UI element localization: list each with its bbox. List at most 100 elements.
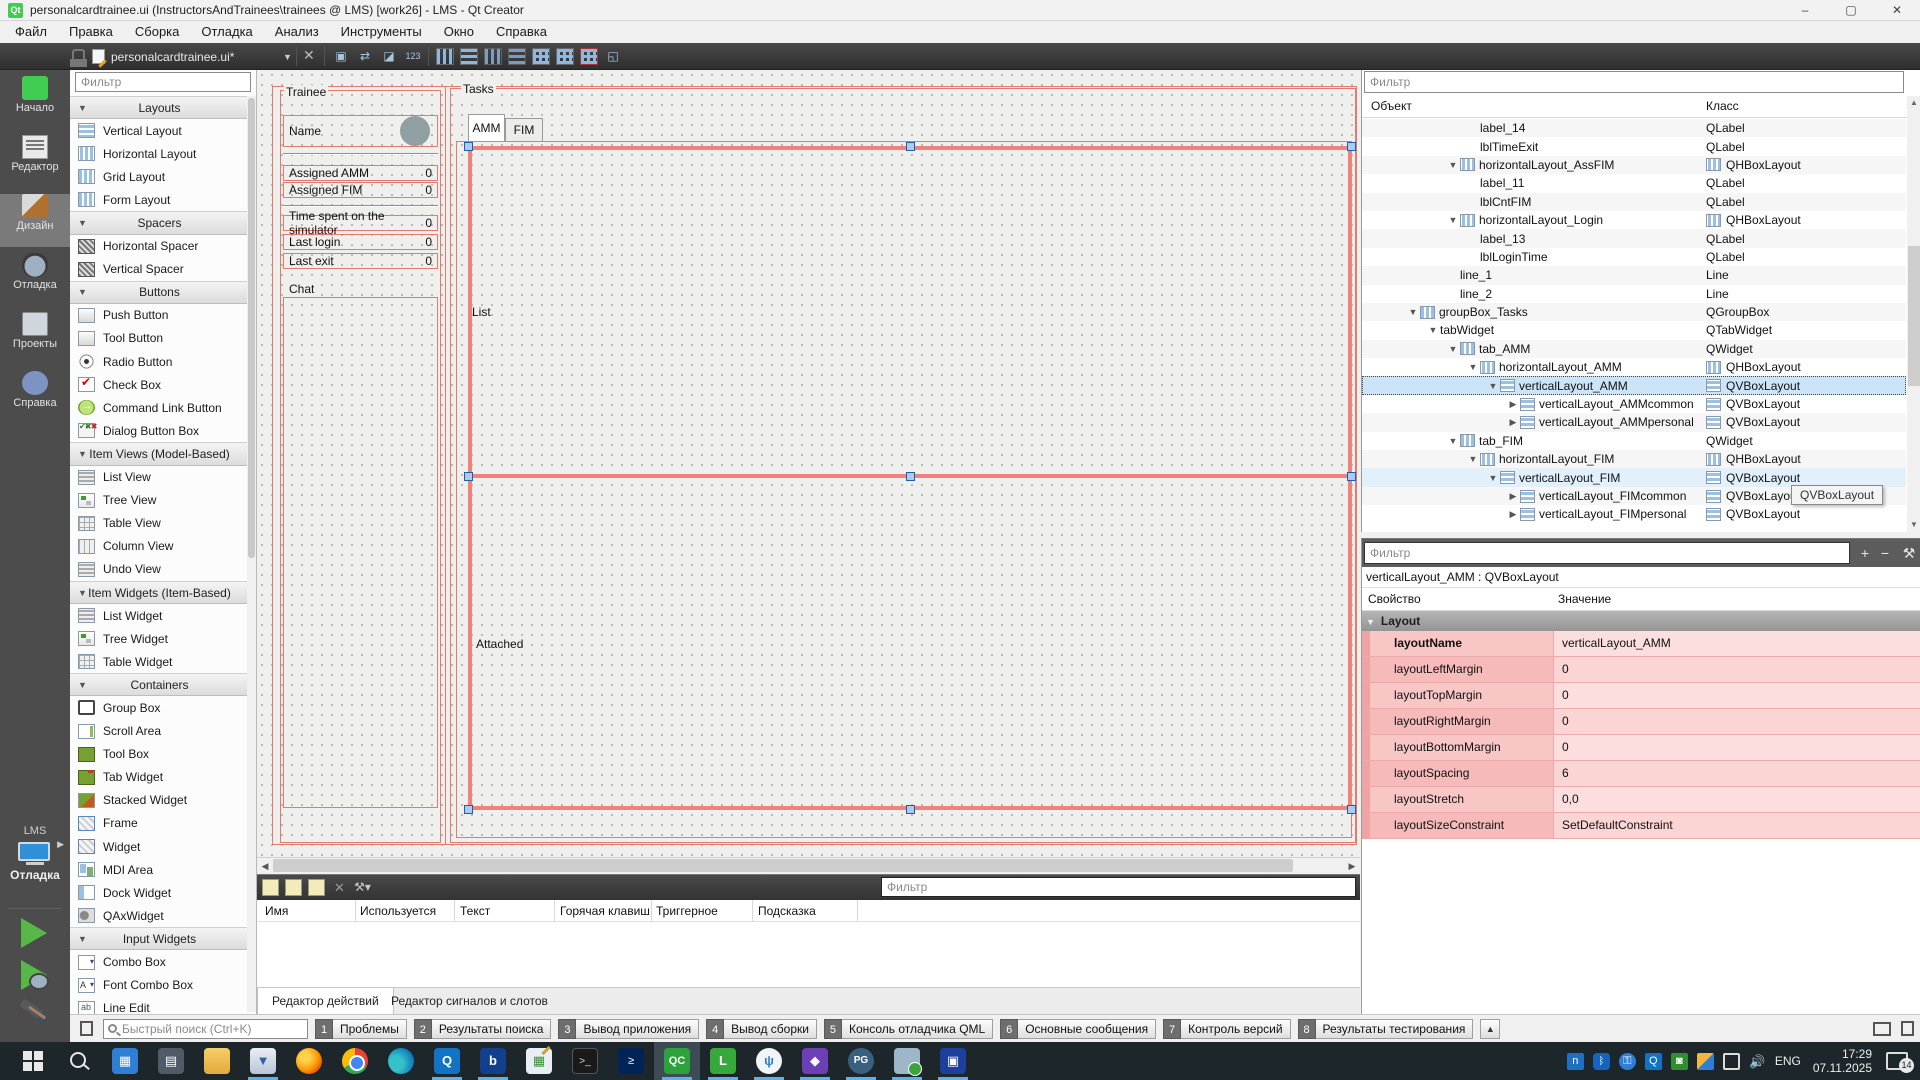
tree-chevron-icon[interactable]: ▶ bbox=[1506, 509, 1520, 520]
close-document-icon[interactable]: ✕ bbox=[303, 47, 315, 64]
taskbar-app-icon[interactable] bbox=[10, 1042, 56, 1080]
mode-button[interactable]: Начало bbox=[0, 76, 70, 129]
widget-box-row[interactable]: Tree Widget bbox=[70, 627, 249, 650]
resize-handle[interactable] bbox=[1347, 142, 1356, 151]
form-editor-canvas[interactable]: Trainee Name Assigned AMM0 Assigned FIM0… bbox=[257, 70, 1360, 857]
tree-chevron-icon[interactable]: ▼ bbox=[1446, 344, 1460, 354]
widget-box-row[interactable]: ▼ Layouts bbox=[70, 96, 249, 119]
taskbar-app-icon[interactable]: QC bbox=[654, 1042, 700, 1080]
taskbar-app-icon[interactable]: >_ bbox=[562, 1042, 608, 1080]
pane-arrows-button[interactable]: ▲▼ bbox=[1480, 1019, 1500, 1039]
widget-box-row[interactable]: Tool Button bbox=[70, 327, 249, 350]
menu-item[interactable]: Инструменты bbox=[330, 21, 433, 43]
scroll-right-icon[interactable]: ▶ bbox=[1345, 860, 1359, 872]
adjust-size-icon[interactable]: ◱ bbox=[604, 48, 622, 65]
property-row[interactable]: layoutSpacing 6 bbox=[1362, 761, 1920, 787]
object-tree-row[interactable]: label_13 QLabel bbox=[1362, 229, 1906, 247]
taskbar-app-icon[interactable]: L bbox=[700, 1042, 746, 1080]
widget-box-row[interactable]: MDI Area bbox=[70, 858, 249, 881]
action-column-header[interactable]: Текст bbox=[460, 904, 490, 918]
output-pane-button[interactable]: 3 Вывод приложения bbox=[558, 1019, 699, 1039]
time-row[interactable]: Last login0 bbox=[283, 234, 438, 250]
layout-horizontally-icon[interactable] bbox=[436, 48, 454, 65]
action-column-header[interactable]: Триггерное bbox=[656, 904, 718, 918]
taskbar-app-icon[interactable]: ▼ bbox=[240, 1042, 286, 1080]
object-tree-row[interactable]: ▼ horizontalLayout_AssFIM QHBoxLayout bbox=[1362, 156, 1906, 174]
menu-item[interactable]: Отладка bbox=[190, 21, 263, 43]
tab-fim[interactable]: FIM bbox=[505, 118, 543, 142]
tree-chevron-icon[interactable]: ▼ bbox=[1466, 454, 1480, 464]
tray-icon[interactable]: Q bbox=[1645, 1053, 1662, 1070]
property-row[interactable]: layoutName verticalLayout_AMM bbox=[1362, 631, 1920, 657]
taskbar-app-icon[interactable]: ▦ bbox=[516, 1042, 562, 1080]
widget-box-row[interactable]: List View bbox=[70, 466, 249, 489]
widget-box-row[interactable]: List Widget bbox=[70, 604, 249, 627]
split-horizontal-icon[interactable] bbox=[484, 48, 502, 65]
taskbar-app-icon[interactable] bbox=[194, 1042, 240, 1080]
object-tree-row[interactable]: label_14 QLabel bbox=[1362, 119, 1906, 137]
object-tree-row[interactable]: ▶ verticalLayout_FIMpersonal QVBoxLayout bbox=[1362, 505, 1906, 523]
widget-box-row[interactable]: Tool Box bbox=[70, 743, 249, 766]
mode-button[interactable]: Отладка bbox=[0, 253, 70, 306]
kit-selector[interactable]: LMS ▶ Отладка bbox=[0, 825, 70, 882]
widget-box-row[interactable]: Table Widget bbox=[70, 650, 249, 673]
tab-amm[interactable]: AMM bbox=[468, 114, 505, 142]
scrollbar-thumb[interactable] bbox=[1908, 246, 1920, 386]
object-tree-row[interactable]: lblCntFIM QLabel bbox=[1362, 193, 1906, 211]
object-tree-row[interactable]: line_2 Line bbox=[1362, 285, 1906, 303]
new-action-icon[interactable] bbox=[262, 879, 279, 896]
action-column-header[interactable]: Используется bbox=[360, 904, 436, 918]
property-row[interactable]: layoutSizeConstraint SetDefaultConstrain… bbox=[1362, 813, 1920, 839]
object-tree-row[interactable]: ▼ horizontalLayout_FIM QHBoxLayout bbox=[1362, 450, 1906, 468]
object-inspector-filter-input[interactable]: Фильтр bbox=[1364, 71, 1904, 93]
output-pane-button[interactable]: 1 Проблемы bbox=[315, 1019, 407, 1039]
add-property-icon[interactable]: + bbox=[1855, 543, 1875, 563]
maximize-button[interactable]: ▢ bbox=[1828, 0, 1874, 21]
taskbar-app-icon[interactable] bbox=[286, 1042, 332, 1080]
debug-button[interactable] bbox=[21, 960, 47, 990]
taskbar-app-icon[interactable]: Q bbox=[424, 1042, 470, 1080]
taskbar-app-icon[interactable]: ▣ bbox=[930, 1042, 976, 1080]
object-tree-row[interactable]: lblTimeExit QLabel bbox=[1362, 137, 1906, 155]
taskbar-app-icon[interactable] bbox=[332, 1042, 378, 1080]
property-row[interactable]: layoutRightMargin 0 bbox=[1362, 709, 1920, 735]
object-tree-row[interactable]: ▶ verticalLayout_AMMpersonal QVBoxLayout bbox=[1362, 413, 1906, 431]
mode-button[interactable]: Редактор bbox=[0, 135, 70, 188]
object-tree-row[interactable]: ▼ groupBox_Tasks QGroupBox bbox=[1362, 303, 1906, 321]
widget-box-row[interactable]: Grid Layout bbox=[70, 165, 249, 188]
tab-action-editor[interactable]: Редактор действий bbox=[257, 988, 394, 1014]
scroll-down-icon[interactable]: ▼ bbox=[1907, 518, 1920, 532]
resize-handle[interactable] bbox=[464, 142, 473, 151]
stat-row[interactable]: Assigned FIM0 bbox=[283, 182, 438, 198]
layout-vertically-icon[interactable] bbox=[460, 48, 478, 65]
widget-box-row[interactable]: Column View bbox=[70, 535, 249, 558]
mode-button[interactable]: Справка bbox=[0, 371, 70, 424]
property-row[interactable]: layoutStretch 0,0 bbox=[1362, 787, 1920, 813]
widget-box-scrollbar[interactable] bbox=[247, 96, 256, 1012]
resize-handle[interactable] bbox=[906, 805, 915, 814]
taskbar-app-icon[interactable]: ≥ bbox=[608, 1042, 654, 1080]
configure-actions-icon[interactable]: ⚒▾ bbox=[354, 879, 371, 896]
menu-item[interactable]: Справка bbox=[485, 21, 558, 43]
time-row[interactable]: Last exit0 bbox=[283, 253, 438, 269]
tray-icon[interactable] bbox=[1723, 1053, 1740, 1070]
notification-icon[interactable]: 14 bbox=[1886, 1052, 1908, 1070]
form-layout-icon[interactable] bbox=[532, 48, 550, 65]
widget-box-row[interactable]: Radio Button bbox=[70, 350, 249, 373]
mode-button[interactable]: Дизайн bbox=[0, 194, 70, 247]
menu-item[interactable]: Правка bbox=[58, 21, 124, 43]
widget-box-row[interactable]: QAxWidget bbox=[70, 904, 249, 927]
widget-box-row[interactable]: Vertical Layout bbox=[70, 119, 249, 142]
menu-item[interactable]: Анализ bbox=[264, 21, 330, 43]
output-pane-button[interactable]: 6 Основные сообщения bbox=[1000, 1019, 1156, 1039]
widget-box-row[interactable]: ▼ Spacers bbox=[70, 211, 249, 234]
widget-box-row[interactable]: ▼ Item Views (Model-Based) bbox=[70, 442, 249, 465]
object-tree-row[interactable]: lblLoginTime QLabel bbox=[1362, 248, 1906, 266]
widget-box-row[interactable]: ▼ Input Widgets bbox=[70, 927, 249, 950]
tray-icon[interactable]: ᛒ bbox=[1593, 1053, 1610, 1070]
tree-chevron-icon[interactable]: ▼ bbox=[1466, 362, 1480, 372]
widget-box-row[interactable]: Group Box bbox=[70, 696, 249, 719]
build-button[interactable] bbox=[18, 1002, 52, 1032]
object-tree-row[interactable]: ▼ tab_FIM QWidget bbox=[1362, 432, 1906, 450]
property-filter-input[interactable]: Фильтр bbox=[1364, 542, 1850, 564]
